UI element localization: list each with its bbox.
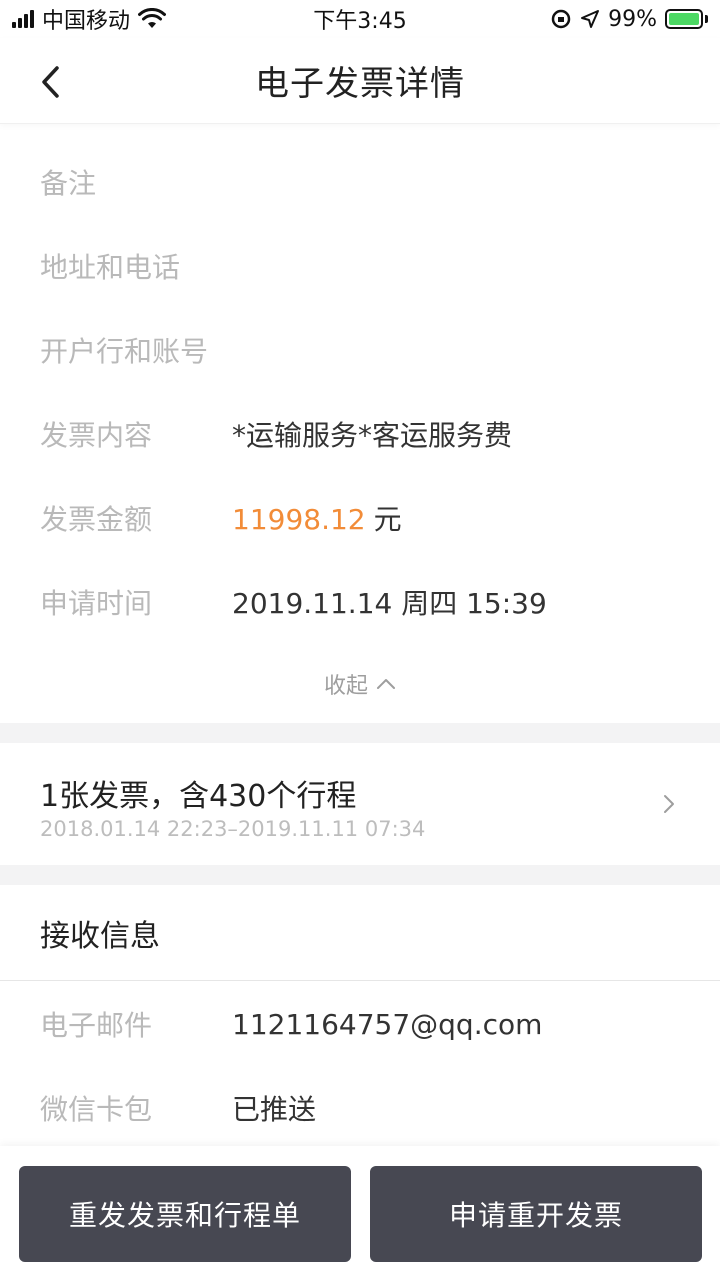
- reissue-invoice-button[interactable]: 申请重开发票: [370, 1166, 702, 1262]
- detail-label: 发票内容: [40, 419, 153, 452]
- detail-value: *运输服务*客运服务费: [232, 419, 513, 452]
- receive-label: 电子邮件: [40, 1009, 153, 1042]
- collapse-toggle[interactable]: 收起: [0, 668, 720, 700]
- detail-row-apply-time: 申请时间 2019.11.14 周四 15:39: [0, 560, 720, 644]
- receive-value: 已推送: [232, 1093, 317, 1126]
- invoice-details: 备注 地址和电话 开户行和账号 发票内容 *运输服务*客运服务费 发票金额 11…: [0, 140, 720, 644]
- trip-summary[interactable]: 1张发票，含430个行程 2018.01.14 22:23–2019.11.11…: [0, 743, 720, 865]
- trip-summary-title: 1张发票，含430个行程: [40, 779, 357, 814]
- amount-unit: 元: [373, 503, 402, 536]
- receive-value: 1121164757@qq.com: [232, 1007, 543, 1041]
- trip-date-range: 2018.01.14 22:23–2019.11.11 07:34: [40, 817, 426, 841]
- amount-value: 11998.12 元: [232, 498, 402, 538]
- amount-number: 11998.12: [232, 503, 366, 536]
- carrier-name: 中国移动: [42, 9, 131, 34]
- back-button[interactable]: [30, 60, 70, 104]
- detail-row-amount: 发票金额 11998.12 元: [0, 476, 720, 560]
- section-divider: [0, 723, 720, 743]
- detail-label: 发票金额: [40, 503, 153, 536]
- detail-row-address: 地址和电话: [0, 224, 720, 308]
- bottom-action-bar: 重发发票和行程单 申请重开发票: [0, 1146, 720, 1280]
- detail-row-remark: 备注: [0, 140, 720, 224]
- page-title: 电子发票详情: [255, 64, 465, 104]
- detail-label: 申请时间: [40, 587, 153, 620]
- detail-label: 开户行和账号: [40, 335, 209, 368]
- section-divider: [0, 865, 720, 885]
- receive-row-email: 电子邮件 1121164757@qq.com: [0, 982, 720, 1066]
- receive-info-heading: 接收信息: [0, 885, 720, 981]
- status-right: 99%: [550, 7, 708, 32]
- signal-icon: [12, 10, 34, 28]
- orientation-lock-icon: [551, 9, 571, 29]
- nav-bar: 电子发票详情: [0, 38, 720, 124]
- location-icon: [581, 10, 600, 28]
- detail-value: 2019.11.14 周四 15:39: [232, 587, 547, 620]
- chevron-left-icon: [42, 66, 59, 98]
- detail-row-bank: 开户行和账号: [0, 308, 720, 392]
- battery-icon: [665, 9, 708, 29]
- receive-info: 电子邮件 1121164757@qq.com 微信卡包 已推送: [0, 982, 720, 1150]
- status-bar: 中国移动 下午3:45 99%: [0, 0, 720, 38]
- detail-row-content: 发票内容 *运输服务*客运服务费: [0, 392, 720, 476]
- detail-label: 地址和电话: [40, 251, 181, 284]
- chevron-up-icon: [377, 679, 395, 689]
- collapse-label: 收起: [323, 674, 368, 699]
- receive-row-wechat: 微信卡包 已推送: [0, 1066, 720, 1150]
- battery-percent: 99%: [608, 6, 657, 32]
- receive-label: 微信卡包: [40, 1093, 153, 1126]
- detail-label: 备注: [40, 167, 97, 200]
- wifi-icon: [138, 8, 167, 28]
- status-left: 中国移动: [12, 3, 167, 35]
- chevron-right-icon: [664, 795, 674, 813]
- resend-invoice-button[interactable]: 重发发票和行程单: [19, 1166, 351, 1262]
